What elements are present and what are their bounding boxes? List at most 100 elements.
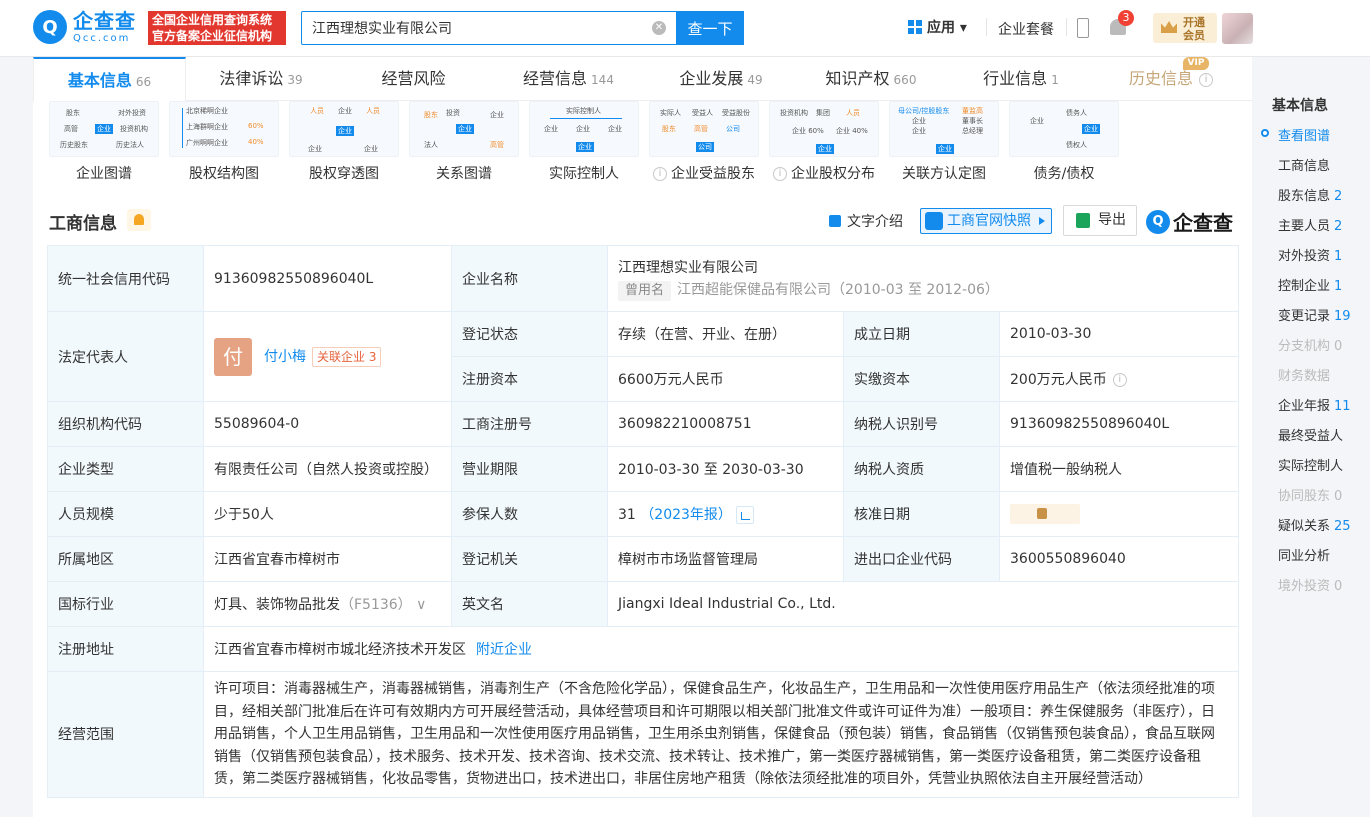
info-icon: i: [1199, 72, 1213, 87]
side-nav-item[interactable]: 查看图谱: [1278, 125, 1330, 144]
graph-card-debt[interactable]: 债务人 企业 企业 债权人 债务/债权: [1009, 101, 1119, 191]
official-snapshot-button[interactable]: 工商官网快照: [920, 208, 1052, 234]
related-companies-button[interactable]: 关联企业 3: [312, 346, 382, 367]
business-term-value: 2010-03-30 至 2030-03-30: [607, 446, 844, 492]
status-value: 存续（在营、开业、在册）: [607, 311, 844, 357]
logo-domain: Qcc.com: [73, 32, 131, 44]
crown-icon: [1161, 21, 1177, 33]
side-nav-item[interactable]: 变更记录 19: [1278, 305, 1351, 324]
graph-card-enterprise[interactable]: 股东 对外投资 高管 企业 投资机构 历史股东 历史法人 企业图谱: [49, 101, 159, 191]
notification-count-badge: 3: [1118, 10, 1134, 26]
info-icon[interactable]: i: [1112, 373, 1127, 387]
business-info-table: 统一社会信用代码 91360982550896040L 企业名称 江西理想实业有…: [47, 245, 1239, 798]
search-button[interactable]: 查一下: [676, 11, 744, 45]
reg-number-value: 360982210008751: [607, 401, 844, 447]
equity-structure-thumbnail: 北京稀啊企业 上海群啊企业 60% 广州啊啊企业 40%: [169, 101, 279, 157]
table-row: 人员规模 少于50人 参保人数 31 （2023年报） 核准日期: [47, 491, 1239, 537]
tab-operation[interactable]: 经营信息 144: [491, 57, 646, 101]
tab-basic-info[interactable]: 基本信息 66: [33, 57, 186, 102]
tab-development[interactable]: 企业发展 49: [646, 57, 796, 101]
side-nav-item[interactable]: 控制企业 1: [1278, 275, 1342, 294]
vip-label-1: 开通: [1183, 16, 1205, 29]
graph-card-equity-penetration[interactable]: 人员 企业 人员 企业 企业 企业 股权穿透图: [289, 101, 399, 191]
section-title: 工商信息: [49, 214, 117, 234]
graph-card-equity-structure[interactable]: 北京稀啊企业 上海群啊企业 60% 广州啊啊企业 40% 股权结构图: [169, 101, 279, 191]
current-position-icon: [1261, 129, 1269, 137]
graph-card-equity-distribution[interactable]: 投资机构 集团 人员 企业 60% 企业 40% 企业 i 企业股权分布: [769, 101, 879, 191]
side-nav-item[interactable]: 股东信息 2: [1278, 185, 1342, 204]
open-vip-button[interactable]: 开通 会员: [1153, 13, 1217, 43]
side-nav-item[interactable]: 最终受益人: [1278, 425, 1343, 444]
company-type-value: 有限责任公司（自然人投资或控股）: [203, 446, 452, 492]
side-nav-item[interactable]: 同业分析: [1278, 545, 1330, 564]
table-row: 所属地区 江西省宜春市樟树市 登记机关 樟树市市场监督管理局 进出口企业代码 3…: [47, 536, 1239, 582]
graph-card-beneficiary[interactable]: 实际人 受益人 受益股份 股东 高管 公司 公司 i 企业受益股东: [649, 101, 759, 191]
user-avatar[interactable]: [1222, 13, 1253, 44]
former-name-tag: 曾用名: [618, 280, 672, 301]
vip-badge: VIP: [1183, 57, 1209, 70]
monitor-bell-icon[interactable]: [127, 209, 151, 231]
side-nav-item[interactable]: 财务数据: [1278, 365, 1330, 384]
equity-penetration-thumbnail: 人员 企业 人员 企业 企业 企业: [289, 101, 399, 157]
nearby-companies-link[interactable]: 附近企业: [476, 642, 532, 658]
annual-report-link[interactable]: （2023年报）: [640, 507, 732, 523]
side-nav-item[interactable]: 境外投资 0: [1278, 575, 1342, 594]
taxpayer-qualification-value: 增值税一般纳税人: [999, 446, 1239, 492]
graph-card-actual-controller[interactable]: 实际控制人 企业 企业 企业 企业 实际控制人: [529, 101, 639, 191]
actual-controller-thumbnail: 实际控制人 企业 企业 企业 企业: [529, 101, 639, 157]
excel-icon: [1076, 213, 1090, 228]
qcc-watermark-logo: Q 企查查: [1146, 207, 1233, 236]
side-nav-item[interactable]: 疑似关系 25: [1278, 515, 1351, 534]
text-intro-button[interactable]: 文字介绍: [829, 211, 903, 231]
debt-thumbnail: 债务人 企业 企业 债权人: [1009, 101, 1119, 157]
company-name-value: 江西理想实业有限公司: [618, 259, 758, 276]
vip-label-2: 会员: [1183, 29, 1205, 42]
trend-chart-icon[interactable]: [735, 506, 754, 524]
side-nav-item[interactable]: 企业年报 11: [1278, 395, 1351, 414]
mobile-phone-icon[interactable]: [1077, 18, 1089, 38]
insured-count-value: 31: [618, 507, 636, 523]
search-input[interactable]: [312, 18, 632, 38]
logo-text: 企查查: [73, 8, 136, 33]
top-header: Q 企查查 Qcc.com 全国企业信用查询系统 官方备案企业征信机构 ✕ 查一…: [0, 0, 1370, 57]
legal-rep-avatar[interactable]: 付: [214, 337, 252, 376]
tab-risk[interactable]: 经营风险: [336, 57, 491, 101]
side-nav-item[interactable]: 工商信息: [1278, 155, 1330, 174]
authority-value: 樟树市市场监督管理局: [607, 536, 844, 582]
qcc-logo[interactable]: Q 企查查 Qcc.com: [33, 10, 136, 44]
clear-icon[interactable]: ✕: [652, 21, 666, 35]
tab-industry[interactable]: 行业信息 1: [946, 57, 1096, 101]
tab-history[interactable]: 历史信息 i: [1096, 57, 1246, 101]
equity-distribution-thumbnail: 投资机构 集团 人员 企业 60% 企业 40% 企业: [769, 101, 879, 157]
address-value: 江西省宜春市樟树市城北经济技术开发区: [214, 642, 466, 658]
graph-card-relationship[interactable]: 股东 投资 企业 企业 法人 高管 关系图谱: [409, 101, 519, 191]
beneficiary-thumbnail: 实际人 受益人 受益股份 股东 高管 公司 公司: [649, 101, 759, 157]
export-button[interactable]: 导出: [1063, 205, 1137, 236]
side-nav-item[interactable]: 实际控制人: [1278, 455, 1343, 474]
legal-rep-link[interactable]: 付小梅: [264, 349, 306, 365]
table-row: 统一社会信用代码 91360982550896040L 企业名称 江西理想实业有…: [47, 245, 1239, 312]
registered-capital-value: 6600万元人民币: [607, 356, 844, 402]
table-row: 注册地址 江西省宜春市樟树市城北经济技术开发区 附近企业: [47, 626, 1239, 672]
side-nav-heading: 基本信息: [1272, 98, 1328, 114]
side-nav-item[interactable]: 对外投资 1: [1278, 245, 1342, 264]
tab-ip[interactable]: 知识产权 660: [796, 57, 946, 101]
table-row: 组织机构代码 55089604-0 工商注册号 360982210008751 …: [47, 401, 1239, 447]
apps-grid-icon: [908, 20, 922, 34]
apps-menu[interactable]: 应用 ▾: [908, 17, 967, 37]
side-nav-item[interactable]: 协同股东 0: [1278, 485, 1342, 504]
tax-id-value: 91360982550896040L: [999, 401, 1239, 447]
table-row: 企业类型 有限责任公司（自然人投资或控股） 营业期限 2010-03-30 至 …: [47, 446, 1239, 492]
info-icon: i: [653, 167, 667, 181]
chevron-down-icon[interactable]: ∨: [412, 597, 426, 613]
divider: [1066, 18, 1067, 36]
side-nav-item[interactable]: 分支机构 0: [1278, 335, 1342, 354]
side-nav-item[interactable]: 主要人员 2: [1278, 215, 1342, 234]
apps-label: 应用 ▾: [927, 20, 967, 36]
graph-card-related-party[interactable]: 母公司/控股股东 董监高 企业 董事长 企业 总经理 企业 关联方认定图: [889, 101, 999, 191]
enterprise-suite-link[interactable]: 企业套餐: [998, 19, 1054, 39]
former-name-value: 江西超能保健品有限公司（2010-03 至 2012-06）: [677, 281, 999, 298]
locked-vip-value[interactable]: [1010, 504, 1080, 524]
staff-size-value: 少于50人: [203, 491, 452, 537]
tab-legal[interactable]: 法律诉讼 39: [186, 57, 336, 101]
